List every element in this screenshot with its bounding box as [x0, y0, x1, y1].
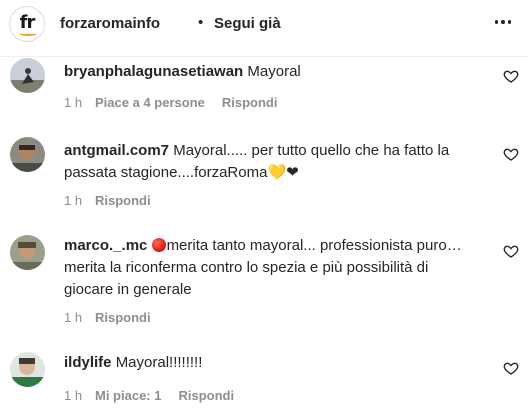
heart-outline-icon[interactable] [503, 146, 519, 162]
comment-username[interactable]: marco._.mc [64, 237, 147, 254]
comment-body-line2: passata stagione....forzaRoma [64, 164, 268, 181]
comment-likes[interactable]: Piace a 4 persone [95, 95, 205, 110]
reply-button[interactable]: Rispondi [95, 193, 151, 208]
comment-text: bryanphalagunasetiawan Mayoral [64, 61, 484, 83]
avatar[interactable] [10, 137, 45, 172]
header-separator: • [198, 14, 204, 31]
reply-button[interactable]: Rispondi [178, 388, 234, 403]
comment-time[interactable]: 1 h [64, 95, 95, 110]
heart-outline-icon[interactable] [503, 243, 519, 259]
comment-text: marco._.mc merita tanto mayoral... profe… [64, 235, 484, 301]
header-username[interactable]: forzaromainfo [60, 15, 160, 32]
comment-time[interactable]: 1 h [64, 193, 95, 208]
following-button[interactable]: Segui già [214, 15, 281, 32]
yellow-heart-emoji: 💛 [267, 164, 287, 181]
comment-body-line2: merita la riconferma contro lo spezia e … [64, 259, 429, 276]
comment-text: antgmail.com7 Mayoral..... per tutto que… [64, 140, 484, 184]
comment-username[interactable]: antgmail.com7 [64, 142, 169, 159]
comment-time[interactable]: 1 h [64, 388, 95, 403]
avatar[interactable] [10, 352, 45, 387]
comment-body: Mayoral!!!!!!!! [115, 354, 203, 371]
heart-outline-icon[interactable] [503, 360, 519, 376]
comment-username[interactable]: bryanphalagunasetiawan [64, 63, 243, 80]
comment-text: ildylife Mayoral!!!!!!!! [64, 352, 484, 374]
comment-body: merita tanto mayoral... professionista p… [166, 237, 462, 254]
avatar[interactable] [10, 58, 45, 93]
red-circle-emoji [151, 238, 166, 252]
avatar-logo-text: fr [19, 11, 36, 33]
profile-avatar[interactable]: fr [9, 6, 45, 42]
post-header: fr forzaromainfo • Segui già [0, 0, 528, 57]
comment-meta: 1 h Mi piace: 1 Rispondi [64, 388, 234, 403]
logo-swoosh-icon [19, 31, 37, 36]
comment-meta: 1 h Piace a 4 persone Rispondi [64, 95, 277, 110]
reply-button[interactable]: Rispondi [95, 310, 151, 325]
black-heart-emoji: ❤ [286, 164, 299, 181]
heart-outline-icon[interactable] [503, 68, 519, 84]
more-options-icon[interactable] [488, 12, 518, 32]
comment-meta: 1 h Rispondi [64, 310, 151, 325]
comment-username[interactable]: ildylife [64, 354, 112, 371]
comment-time[interactable]: 1 h [64, 310, 95, 325]
comment-likes[interactable]: Mi piace: 1 [95, 388, 161, 403]
comment-body: Mayoral [247, 63, 301, 80]
avatar[interactable] [10, 235, 45, 270]
comment-meta: 1 h Rispondi [64, 193, 151, 208]
reply-button[interactable]: Rispondi [222, 95, 278, 110]
comment-body-line3: giocare in generale [64, 281, 192, 298]
comment-body: Mayoral..... per tutto quello che ha fat… [173, 142, 450, 159]
